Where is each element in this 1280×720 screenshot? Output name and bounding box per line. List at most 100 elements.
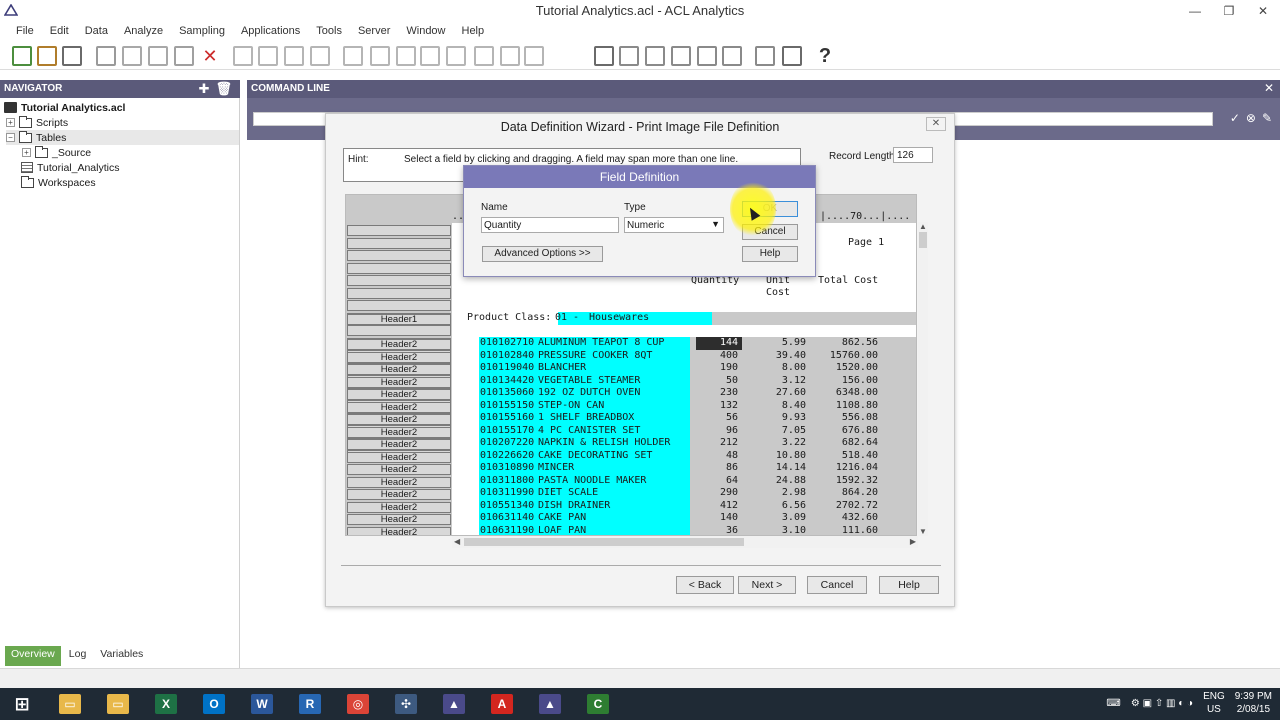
index-icon[interactable] <box>310 46 330 66</box>
menu-sampling[interactable]: Sampling <box>171 25 233 37</box>
expand-icon[interactable]: + <box>22 148 31 157</box>
edit-view-icon[interactable] <box>258 46 278 66</box>
row-label[interactable] <box>347 225 451 236</box>
excel-icon[interactable]: X <box>148 692 184 716</box>
acrobat-icon[interactable]: A <box>484 692 520 716</box>
undo-icon[interactable] <box>174 46 194 66</box>
table-row[interactable]: 010155150 STEP-ON CAN 132 8.40 1108.80 <box>452 399 916 412</box>
join-icon[interactable] <box>343 46 363 66</box>
open-table-icon[interactable] <box>37 46 57 66</box>
table-row[interactable]: 010311800 PASTA NOODLE MAKER 64 24.88 1592.3… <box>452 474 916 487</box>
menu-edit[interactable]: Edit <box>42 25 77 37</box>
vertical-scrollbar[interactable]: ▲ ▼ <box>918 222 928 536</box>
row-label[interactable]: Header2 <box>347 426 451 438</box>
collapse-icon[interactable]: − <box>6 133 15 142</box>
row-label[interactable]: Header2 <box>347 414 451 425</box>
clear-icon[interactable]: ⊗ <box>1246 111 1256 125</box>
file-explorer-icon[interactable]: ▭ <box>52 692 88 716</box>
tray-icons[interactable]: ⚙ ▣ ⇧ ▥ ◐ ◑ <box>1131 698 1193 709</box>
back-button[interactable]: < Back <box>676 576 734 594</box>
print-preview-icon[interactable] <box>755 46 775 66</box>
scroll-thumb[interactable] <box>919 232 927 248</box>
copy-icon[interactable] <box>122 46 142 66</box>
row-label[interactable]: Header2 <box>347 376 451 388</box>
field-icon[interactable] <box>697 46 717 66</box>
record-length-input[interactable]: 126 <box>893 147 933 163</box>
row-label[interactable] <box>347 262 451 274</box>
field-type-select[interactable]: Numeric ▼ <box>624 217 724 233</box>
row-label[interactable]: Header2 <box>347 451 451 463</box>
menu-file[interactable]: File <box>8 25 42 37</box>
menu-analyze[interactable]: Analyze <box>116 25 171 37</box>
scroll-left-icon[interactable]: ◀ <box>454 537 460 546</box>
tree-item-scripts[interactable]: + Scripts <box>6 115 68 130</box>
filter-icon[interactable] <box>233 46 253 66</box>
row-label[interactable]: Header2 <box>347 514 451 525</box>
tree-item-tables[interactable]: − Tables <box>6 130 239 145</box>
clock[interactable]: 9:39 PM 2/08/15 <box>1235 690 1272 716</box>
menu-help[interactable]: Help <box>454 25 493 37</box>
menu-applications[interactable]: Applications <box>233 25 308 37</box>
table-row[interactable]: 010310890 MINCER 86 14.14 1216.04 <box>452 462 916 475</box>
row-label[interactable]: Header2 <box>347 401 451 413</box>
row-label[interactable] <box>347 287 451 299</box>
menu-server[interactable]: Server <box>350 25 398 37</box>
table-row[interactable]: 010134420 VEGETABLE STEAMER 50 3.12 156.00 <box>452 374 916 387</box>
table-row[interactable]: 010551340 DISH DRAINER 412 6.56 2702.72 <box>452 499 916 512</box>
word-icon[interactable]: W <box>244 692 280 716</box>
close-icon[interactable]: ✕ <box>926 117 946 131</box>
field-name-input[interactable]: Quantity <box>481 217 619 233</box>
row-label[interactable] <box>347 300 451 311</box>
scroll-down-icon[interactable]: ▼ <box>919 527 927 536</box>
windows-start-icon[interactable]: ⊞ <box>4 692 40 716</box>
acl-icon[interactable]: ▲ <box>436 692 472 716</box>
row-label[interactable]: Header2 <box>347 389 451 400</box>
row-label[interactable] <box>347 275 451 286</box>
table-row[interactable]: 010226620 CAKE DECORATING SET 48 10.80 518.4… <box>452 449 916 462</box>
outlook-icon[interactable]: O <box>196 692 232 716</box>
scroll-thumb[interactable] <box>464 538 744 546</box>
merge-icon[interactable] <box>396 46 416 66</box>
delete-icon[interactable]: ✕ <box>200 46 220 66</box>
table-row[interactable]: 010207220 NAPKIN & RELISH HOLDER 212 3.22 68… <box>452 437 916 450</box>
row-label[interactable]: Header2 <box>347 364 451 375</box>
help-icon[interactable]: ? <box>815 46 835 66</box>
language-indicator[interactable]: ENG US <box>1203 690 1225 716</box>
save-icon[interactable] <box>62 46 82 66</box>
stratify-icon[interactable] <box>474 46 494 66</box>
table-row[interactable]: 010631140 CAKE PAN 140 3.09 432.60 <box>452 512 916 525</box>
acl-icon[interactable]: ▲ <box>532 692 568 716</box>
table-row[interactable]: 010102840 PRESSURE COOKER 8QT 400 39.40 1576… <box>452 349 916 362</box>
row-label[interactable]: Header1 <box>347 314 451 325</box>
edit-icon[interactable]: ✎ <box>1262 111 1272 125</box>
menu-tools[interactable]: Tools <box>308 25 350 37</box>
row-label[interactable]: Header2 <box>347 501 451 513</box>
tableau-icon[interactable]: ✣ <box>388 692 424 716</box>
row-label[interactable]: Header2 <box>347 526 451 535</box>
menu-data[interactable]: Data <box>77 25 116 37</box>
table-row[interactable]: 010119040 BLANCHER 190 8.00 1520.00 <box>452 362 916 375</box>
help-button[interactable]: Help <box>742 246 798 262</box>
camtasia-icon[interactable]: C <box>580 692 616 716</box>
row-label[interactable]: Header2 <box>347 439 451 450</box>
table-row[interactable]: 010102710 ALUMINUM TEAPOT 8 CUP 144 5.99 862… <box>452 337 916 350</box>
print-icon[interactable] <box>722 46 742 66</box>
table-row[interactable]: 010155170 4 PC CANISTER SET 96 7.05 676.80 <box>452 424 916 437</box>
tab-overview[interactable]: Overview <box>5 646 61 666</box>
help-button[interactable]: Help <box>879 576 939 594</box>
close-button[interactable]: ✕ <box>1246 0 1280 22</box>
menu-window[interactable]: Window <box>398 25 453 37</box>
r-icon[interactable]: R <box>292 692 328 716</box>
table-row[interactable]: 010155160 1 SHELF BREADBOX 56 9.93 556.08 <box>452 412 916 425</box>
scroll-right-icon[interactable]: ▶ <box>910 537 916 546</box>
minimize-button[interactable]: — <box>1178 0 1212 22</box>
age-icon[interactable] <box>500 46 520 66</box>
chrome-icon[interactable]: ◎ <box>340 692 376 716</box>
table-row[interactable]: 010311990 DIET SCALE 290 2.98 864.20 <box>452 487 916 500</box>
table-row[interactable]: 010631190 LOAF PAN 36 3.10 111.60 <box>452 524 916 535</box>
tree-item-workspaces[interactable]: Workspaces <box>21 175 96 190</box>
new-table-icon[interactable] <box>594 46 614 66</box>
row-label[interactable] <box>347 250 451 261</box>
tab-variables[interactable]: Variables <box>94 646 149 666</box>
file-explorer-icon[interactable]: ▭ <box>100 692 136 716</box>
